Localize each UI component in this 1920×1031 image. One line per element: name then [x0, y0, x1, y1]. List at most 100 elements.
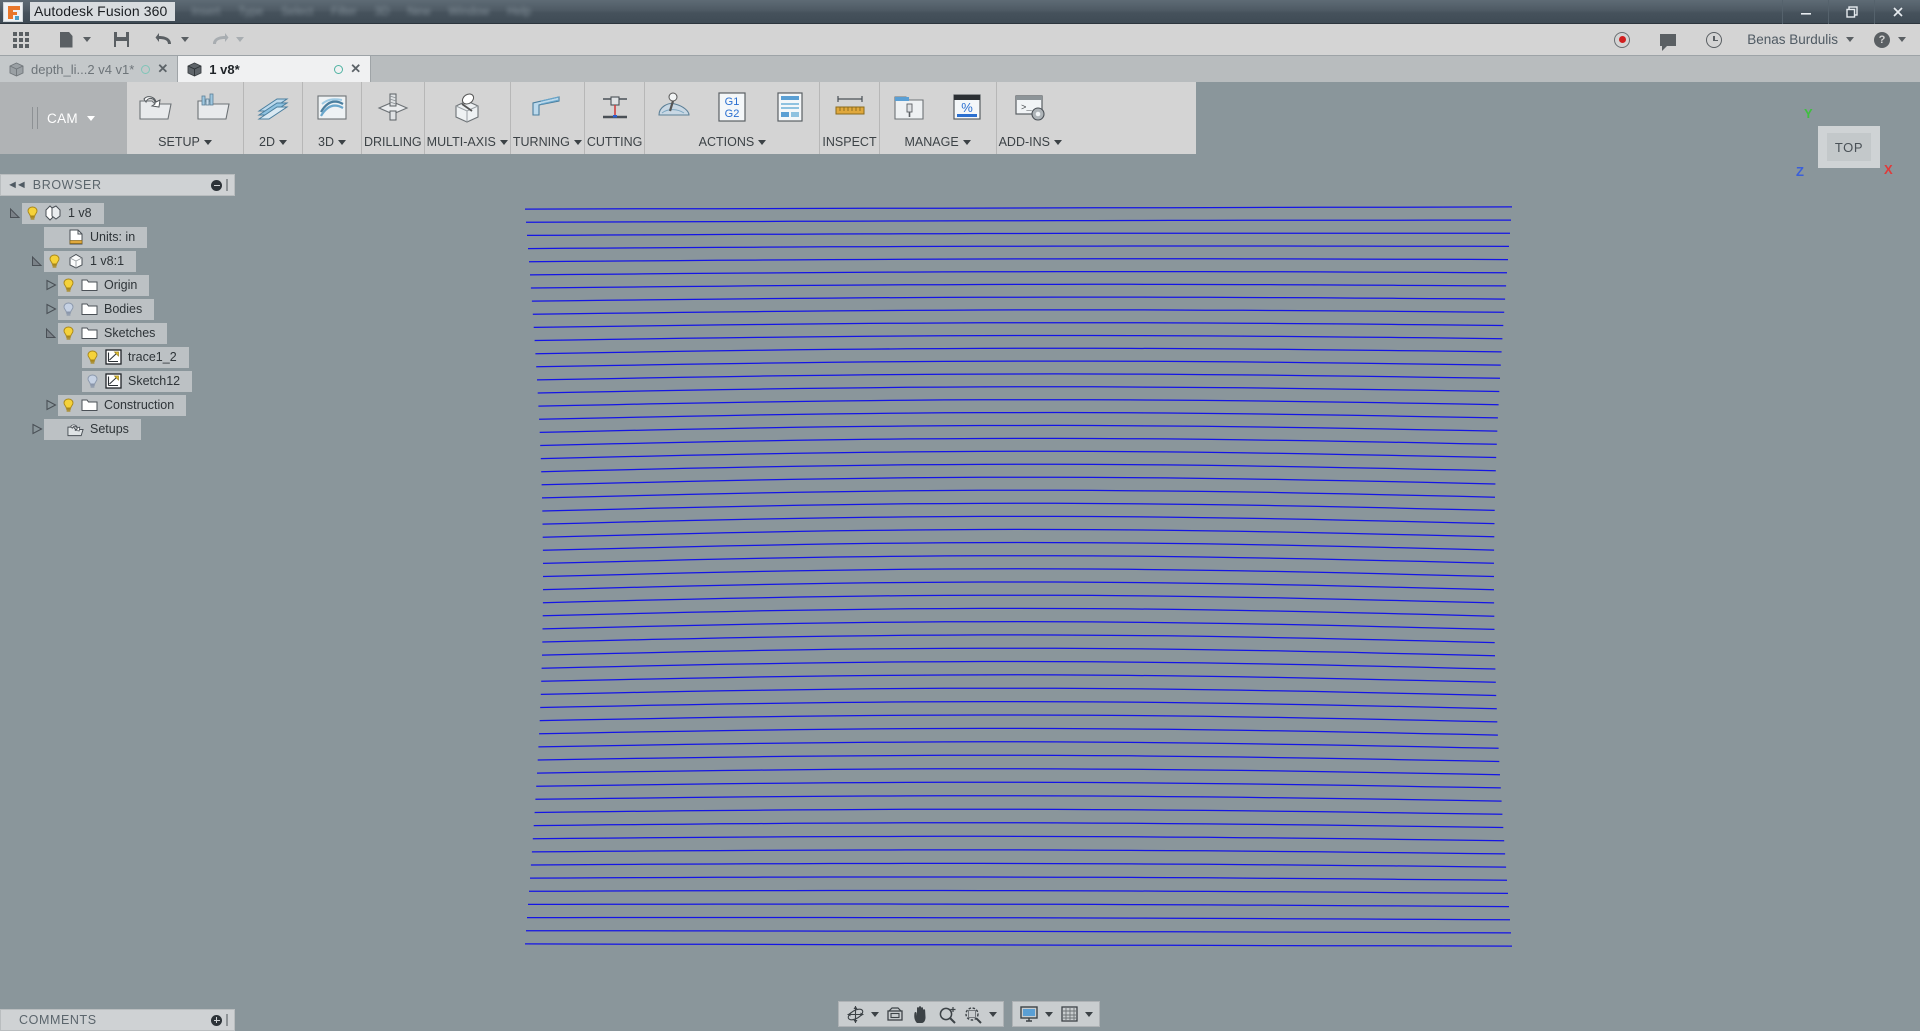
sync-circle-icon[interactable] — [334, 65, 343, 74]
light-bulb-toggle[interactable] — [86, 350, 99, 365]
zoom-button[interactable] — [935, 1002, 959, 1026]
browser-node-construction[interactable]: Construction — [58, 395, 186, 416]
tree-twisty[interactable] — [44, 398, 58, 412]
browser-node-sketch12[interactable]: Sketch12 — [82, 371, 192, 392]
menu-item-filter[interactable]: Filter — [331, 6, 357, 18]
cutting-button[interactable] — [588, 83, 642, 130]
light-bulb-toggle[interactable] — [62, 278, 75, 293]
browser-node-setups[interactable]: Setups — [44, 419, 141, 440]
chevron-down-icon[interactable] — [1085, 1012, 1093, 1017]
light-bulb-toggle[interactable] — [48, 230, 61, 245]
chevron-down-icon[interactable] — [963, 140, 971, 145]
double-left-arrow-icon[interactable]: ◄◄ — [7, 179, 25, 191]
job-status-button[interactable] — [1701, 28, 1727, 52]
workspace-selector[interactable]: CAM — [0, 82, 127, 154]
menu-item-type[interactable]: Type — [238, 6, 263, 18]
user-menu[interactable]: Benas Burdulis — [1747, 32, 1854, 47]
panel-resize-handle[interactable] — [226, 179, 228, 191]
browser-node-sketches[interactable]: Sketches — [58, 323, 167, 344]
tree-twisty[interactable] — [30, 254, 44, 268]
menu-item-window[interactable]: Window — [448, 6, 489, 18]
restore-button[interactable] — [1828, 0, 1874, 24]
app-grid-button[interactable] — [8, 28, 34, 52]
close-x-icon[interactable]: ✕ — [157, 61, 168, 77]
plus-circle-icon[interactable] — [211, 1015, 222, 1026]
panel-resize-handle[interactable] — [226, 1014, 228, 1026]
new-setup-button[interactable] — [129, 83, 183, 130]
browser-tree-row[interactable]: 1 v8:1 — [0, 250, 235, 272]
undo-button[interactable] — [151, 28, 177, 52]
multi-axis-button[interactable] — [440, 83, 494, 130]
comment-button[interactable] — [1655, 28, 1681, 52]
menu-item-3d[interactable]: 3D — [375, 6, 390, 18]
tree-twisty[interactable] — [44, 326, 58, 340]
browser-tree-row[interactable]: Bodies — [0, 298, 235, 320]
window-controls[interactable] — [1782, 0, 1920, 24]
post-process-button[interactable]: G1 G2 — [705, 83, 759, 130]
menu-bar[interactable]: Insert Type Select Filter 3D New Window … — [191, 6, 531, 18]
chevron-down-icon[interactable] — [181, 37, 189, 42]
tree-twisty[interactable] — [44, 278, 58, 292]
light-bulb-toggle[interactable] — [86, 374, 99, 389]
browser-tree-row[interactable]: Units: in — [0, 226, 235, 248]
minus-circle-icon[interactable] — [211, 180, 222, 191]
browser-tree[interactable]: 1 v8Units: in 1 v8:1 Origin Bodies Sketchest… — [0, 196, 235, 440]
chevron-down-icon[interactable] — [758, 140, 766, 145]
tree-twisty[interactable] — [30, 422, 44, 436]
record-button[interactable] — [1609, 28, 1635, 52]
light-bulb-toggle[interactable] — [62, 302, 75, 317]
minimize-button[interactable] — [1782, 0, 1828, 24]
help-menu[interactable]: ? — [1874, 32, 1906, 48]
browser-tree-row[interactable]: trace1_2 — [0, 346, 235, 368]
chevron-down-icon[interactable] — [204, 140, 212, 145]
view-cube-face[interactable]: TOP — [1818, 126, 1880, 168]
browser-node-origin[interactable]: Origin — [58, 275, 149, 296]
browser-node-occurrence[interactable]: 1 v8:1 — [44, 251, 136, 272]
drilling-button[interactable] — [366, 83, 420, 130]
chevron-down-icon[interactable] — [1045, 1012, 1053, 1017]
display-settings-button[interactable] — [1017, 1002, 1041, 1026]
save-button[interactable] — [108, 28, 134, 52]
browser-node-bodies[interactable]: Bodies — [58, 299, 154, 320]
chevron-down-icon[interactable] — [1846, 37, 1854, 42]
sync-circle-icon[interactable] — [141, 65, 150, 74]
tool-library-button[interactable] — [882, 83, 936, 130]
light-bulb-toggle[interactable] — [62, 398, 75, 413]
tree-twisty[interactable] — [68, 374, 82, 388]
two-d-toolpath-button[interactable] — [246, 83, 300, 130]
fit-button[interactable] — [961, 1002, 985, 1026]
light-bulb-toggle[interactable] — [48, 422, 61, 437]
redo-button[interactable] — [206, 28, 232, 52]
grid-snaps-button[interactable] — [1057, 1002, 1081, 1026]
add-ins-button[interactable]: >_ — [1003, 83, 1057, 130]
chevron-down-icon[interactable] — [279, 140, 287, 145]
look-at-button[interactable] — [883, 1002, 907, 1026]
browser-header[interactable]: ◄◄ BROWSER — [0, 174, 235, 196]
simulate-button[interactable] — [647, 83, 701, 130]
menu-item-help[interactable]: Help — [507, 6, 531, 18]
three-d-toolpath-button[interactable] — [305, 83, 359, 130]
browser-tree-row[interactable]: Construction — [0, 394, 235, 416]
browser-tree-row[interactable]: Sketches — [0, 322, 235, 344]
measure-button[interactable] — [823, 83, 877, 130]
menu-item-select[interactable]: Select — [281, 6, 313, 18]
view-cube[interactable]: TOP Y Z X — [1818, 126, 1880, 168]
setup-sheet-button[interactable] — [763, 83, 817, 130]
chevron-down-icon[interactable] — [574, 140, 582, 145]
menu-item-insert[interactable]: Insert — [191, 6, 220, 18]
document-tab-inactive[interactable]: depth_li...2 v4 v1* ✕ — [0, 56, 178, 82]
drag-handle-icon[interactable] — [32, 107, 38, 129]
light-bulb-toggle[interactable] — [62, 326, 75, 341]
pan-button[interactable] — [909, 1002, 933, 1026]
chevron-down-icon[interactable] — [989, 1012, 997, 1017]
tree-twisty[interactable] — [30, 230, 44, 244]
light-bulb-toggle[interactable] — [26, 206, 39, 221]
chevron-down-icon[interactable] — [1898, 37, 1906, 42]
menu-item-new[interactable]: New — [407, 6, 430, 18]
close-button[interactable] — [1874, 0, 1920, 24]
browser-tree-row[interactable]: Setups — [0, 418, 235, 440]
chevron-down-icon[interactable] — [500, 140, 508, 145]
browser-tree-row[interactable]: Origin — [0, 274, 235, 296]
light-bulb-toggle[interactable] — [48, 254, 61, 269]
browser-tree-row[interactable]: 1 v8 — [0, 202, 235, 224]
